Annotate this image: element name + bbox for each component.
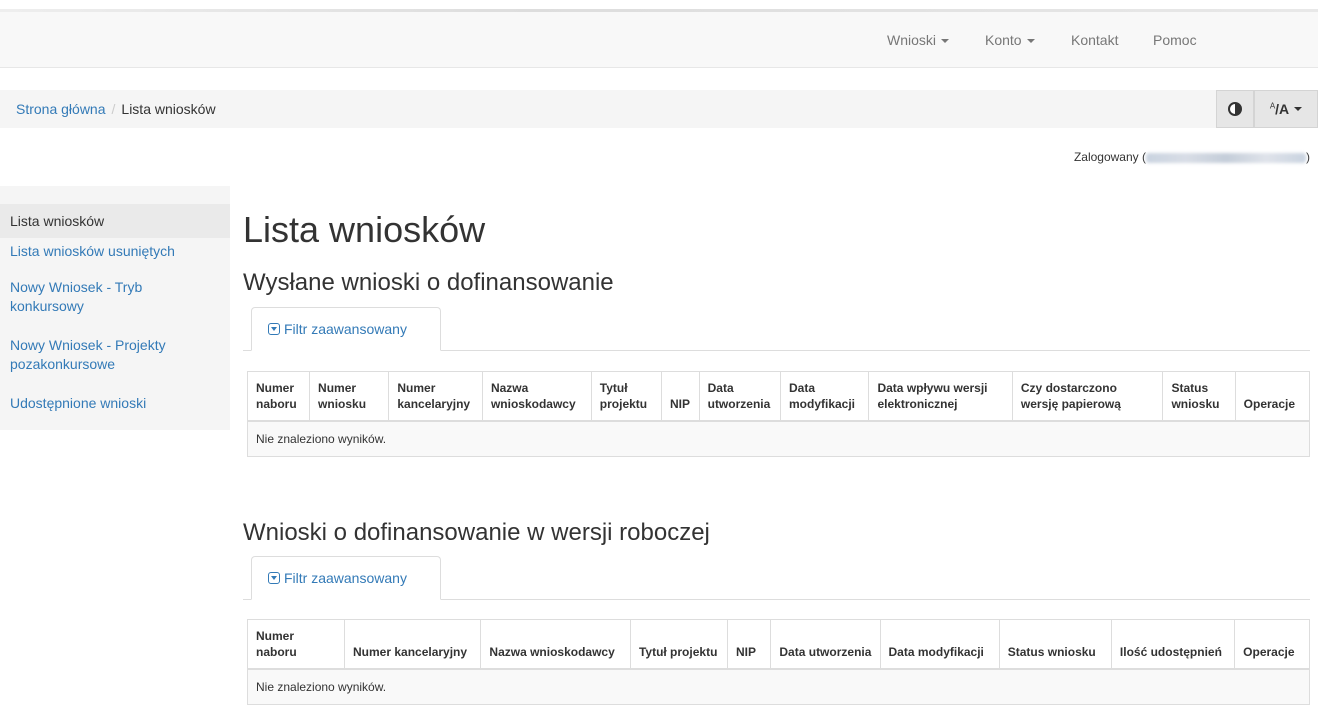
contrast-icon	[1228, 102, 1242, 116]
redacted-email	[1146, 152, 1306, 163]
font-size-dropdown-button[interactable]: A/A	[1254, 90, 1318, 128]
column-header[interactable]: Data modyfikacji	[879, 619, 1000, 670]
sent-applications-table: Numer naboru Numer wniosku Numer kancela…	[246, 371, 1311, 457]
column-header[interactable]: Data wpływu wersji elektronicznej	[868, 371, 1013, 422]
chevron-down-icon	[268, 323, 280, 335]
tabs-drafts: Filtr zaawansowany	[243, 556, 1310, 600]
nav-konto-label: Konto	[985, 32, 1022, 48]
column-header: Operacje	[1234, 619, 1310, 670]
caret-down-icon	[1294, 107, 1303, 111]
column-header[interactable]: Status wniosku	[998, 619, 1112, 670]
nav-konto-dropdown[interactable]: Konto	[985, 12, 1035, 68]
column-header[interactable]: Ilość udostępnień	[1110, 619, 1236, 670]
column-header[interactable]: Nazwa wnioskodawcy	[480, 619, 631, 670]
caret-down-icon	[941, 39, 950, 44]
breadcrumb-separator: /	[111, 101, 116, 117]
column-header[interactable]: Nazwa wnioskodawcy	[481, 371, 592, 422]
empty-results-message: Nie znaleziono wyników.	[247, 420, 1310, 457]
breadcrumb: Strona główna / Lista wniosków	[0, 90, 1318, 128]
breadcrumb-current: Lista wniosków	[121, 101, 216, 117]
sidebar-item-lista-wnioskow[interactable]: Lista wniosków	[0, 204, 230, 238]
logged-in-user: Zalogowany ()	[1074, 150, 1310, 164]
empty-results-message: Nie znaleziono wyników.	[247, 668, 1310, 705]
sidebar-item-nowy-konkursowy[interactable]: Nowy Wniosek - Tryb konkursowy	[10, 278, 220, 316]
nav-wnioski-dropdown[interactable]: Wnioski	[887, 12, 950, 68]
breadcrumb-home-link[interactable]: Strona główna	[16, 101, 106, 117]
column-header[interactable]: Data utworzenia	[770, 619, 881, 670]
column-header[interactable]: Numer naboru	[246, 371, 311, 422]
column-header[interactable]: Tytuł projektu	[590, 371, 662, 422]
column-header[interactable]: Data modyfikacji	[779, 371, 870, 422]
tabs-sent: Filtr zaawansowany	[243, 307, 1310, 351]
column-header[interactable]: Czy dostarczono wersję papierową	[1011, 371, 1164, 422]
filter-label: Filtr zaawansowany	[284, 321, 407, 337]
caret-down-icon	[1026, 39, 1035, 44]
column-header: Operacje	[1234, 371, 1311, 422]
draft-applications-table: Numer naboru Numer kancelaryjny Nazwa wn…	[247, 619, 1310, 705]
column-header[interactable]: NIP	[726, 619, 772, 670]
sidebar-item-lista-usunietych[interactable]: Lista wniosków usuniętych	[10, 242, 220, 261]
sidebar: Lista wniosków Lista wniosków usuniętych…	[0, 186, 230, 430]
top-border	[0, 0, 1318, 12]
column-header[interactable]: Data utworzenia	[698, 371, 781, 422]
column-header[interactable]: Numer naboru	[247, 619, 345, 670]
column-header[interactable]: Tytuł projektu	[629, 619, 728, 670]
column-header[interactable]: Numer kancelaryjny	[388, 371, 483, 422]
filter-tab-sent[interactable]: Filtr zaawansowany	[251, 307, 441, 351]
column-header[interactable]: NIP	[660, 371, 700, 422]
column-header[interactable]: Numer kancelaryjny	[343, 619, 482, 670]
contrast-toggle-button[interactable]	[1216, 90, 1254, 128]
table-header-row: Numer naboru Numer wniosku Numer kancela…	[246, 371, 1311, 422]
nav-wnioski-label: Wnioski	[887, 32, 937, 48]
sidebar-item-nowy-pozakonkursowe[interactable]: Nowy Wniosek - Projekty pozakonkursowe	[10, 336, 220, 374]
column-header[interactable]: Status wniosku	[1162, 371, 1236, 422]
filter-label: Filtr zaawansowany	[284, 570, 407, 586]
nav-pomoc-link[interactable]: Pomoc	[1153, 12, 1197, 68]
column-header[interactable]: Numer wniosku	[309, 371, 390, 422]
top-navbar: Wnioski Konto Kontakt Pomoc	[0, 12, 1318, 68]
table-header-row: Numer naboru Numer kancelaryjny Nazwa wn…	[247, 619, 1310, 670]
section-heading-drafts: Wnioski o dofinansowanie w wersji robocz…	[243, 519, 710, 546]
chevron-down-icon	[268, 572, 280, 584]
table-row: Nie znaleziono wyników.	[247, 420, 1310, 457]
font-size-icon: A/A	[1269, 101, 1290, 117]
logged-in-label: Zalogowany (	[1073, 150, 1146, 164]
table-row: Nie znaleziono wyników.	[247, 668, 1310, 705]
sidebar-item-udostepnione[interactable]: Udostępnione wnioski	[10, 394, 220, 413]
section-heading-sent: Wysłane wnioski o dofinansowanie	[243, 269, 614, 296]
nav-kontakt-link[interactable]: Kontakt	[1071, 12, 1118, 68]
page-title: Lista wniosków	[243, 209, 486, 250]
logged-in-suffix: )	[1306, 150, 1310, 164]
filter-tab-drafts[interactable]: Filtr zaawansowany	[251, 556, 441, 600]
